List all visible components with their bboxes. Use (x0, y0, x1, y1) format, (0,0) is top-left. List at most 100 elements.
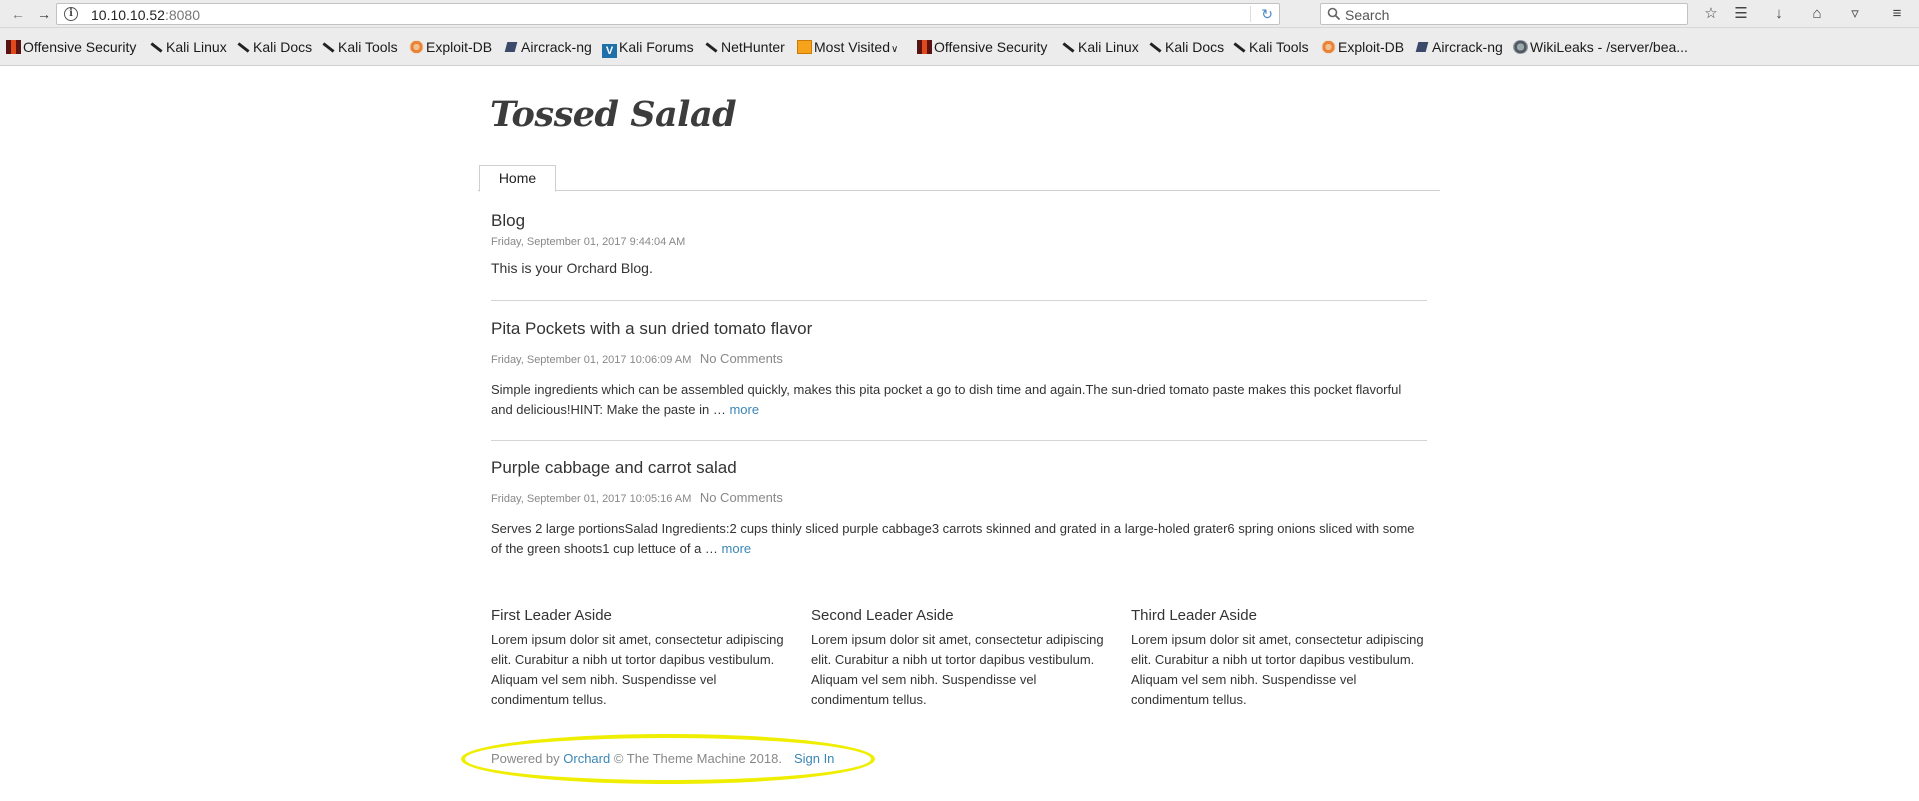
site-info-icon[interactable]: i (64, 7, 78, 21)
blog-date: Friday, September 01, 2017 9:44:04 AM (491, 236, 686, 248)
kali-dragon-icon (321, 40, 336, 54)
post-comments-link[interactable]: No Comments (700, 490, 783, 505)
bookmark-item[interactable]: Aircrack-ng (1415, 39, 1503, 56)
bookmark-item[interactable]: WikiLeaks - /server/bea... (1513, 39, 1688, 56)
bookmark-label: Kali Forums (619, 39, 694, 55)
nav-divider (478, 190, 1440, 191)
bookmark-label: Offensive Security (23, 39, 137, 55)
bookmark-label: Kali Linux (166, 39, 227, 55)
bookmark-item[interactable]: Offensive Security (6, 39, 136, 56)
search-box[interactable] (1320, 3, 1688, 25)
aircrack-icon (1415, 40, 1430, 54)
bookmark-label: Kali Docs (1165, 39, 1225, 55)
aside-title: Third Leader Aside (1131, 607, 1257, 624)
bookmark-item[interactable]: Offensive Security (917, 39, 1047, 56)
divider (491, 300, 1427, 301)
blog-post: Pita Pockets with a sun dried tomato fla… (491, 319, 1427, 420)
aside-title: First Leader Aside (491, 607, 612, 624)
kali-dragon-icon (1148, 40, 1163, 54)
post-date: Friday, September 01, 2017 10:06:09 AM (491, 354, 692, 366)
post-title[interactable]: Purple cabbage and carrot salad (491, 458, 1427, 478)
page-content: Tossed Salad Home Blog Friday, September… (0, 67, 1919, 801)
download-icon[interactable]: ↓ (1768, 4, 1790, 24)
menu-icon[interactable]: ≡ (1886, 4, 1908, 24)
kali-dragon-icon (236, 40, 251, 54)
bookmark-star-icon[interactable]: ☆ (1700, 4, 1722, 24)
post-excerpt-line: and delicious!HINT: Make the paste in … (491, 402, 730, 417)
bookmark-label: Most Visited (814, 39, 890, 55)
blog-title[interactable]: Blog (491, 211, 1427, 231)
bookmark-item[interactable]: Kali Docs (236, 39, 312, 56)
kali-dragon-icon (149, 40, 164, 54)
offsec-icon (6, 40, 21, 54)
aside-text: Lorem ipsum dolor sit amet, consectetur … (811, 632, 1104, 707)
highlight-annotation (461, 734, 875, 784)
chevron-down-icon: ∨ (891, 44, 899, 55)
url-bar[interactable]: i 10.10.10.52:8080 ↻ (56, 3, 1280, 25)
divider (491, 440, 1427, 441)
url-text[interactable]: 10.10.10.52:8080 (91, 7, 200, 23)
browser-toolbar: ← → i 10.10.10.52:8080 ↻ ☆ ☰ ↓ ⌂ ▿ ≡ (0, 0, 1919, 28)
back-arrow-icon[interactable]: ← (8, 4, 28, 24)
bookmark-item[interactable]: Kali Linux (149, 39, 227, 56)
kali-dragon-icon (1061, 40, 1076, 54)
read-more-link[interactable]: more (722, 541, 752, 556)
bookmark-label: Kali Linux (1078, 39, 1139, 55)
bookmark-item[interactable]: Exploit-DB (409, 39, 492, 56)
kali-dragon-icon (704, 40, 719, 54)
post-excerpt-line: Serves 2 large portionsSalad Ingredients… (491, 521, 1415, 536)
search-icon (1327, 7, 1341, 21)
post-excerpt-line: of the green shoots1 cup lettuce of a … (491, 541, 722, 556)
home-icon[interactable]: ⌂ (1806, 4, 1828, 24)
bookmark-item[interactable]: Kali Docs (1148, 39, 1224, 56)
exploit-db-icon (409, 40, 424, 54)
forward-arrow-icon[interactable]: → (34, 4, 54, 24)
read-more-link[interactable]: more (729, 402, 759, 417)
post-excerpt: Serves 2 large portionsSalad Ingredients… (491, 519, 1427, 559)
search-input[interactable] (1343, 5, 1677, 25)
kali-dragon-icon (1232, 40, 1247, 54)
bookmark-label: Kali Tools (1249, 39, 1309, 55)
blog-header: Blog Friday, September 01, 2017 9:44:04 … (491, 211, 1427, 278)
url-port: :8080 (164, 7, 201, 23)
aircrack-icon (504, 40, 519, 54)
blog-post: Purple cabbage and carrot salad Friday, … (491, 458, 1427, 559)
bookmark-item[interactable]: NetHunter (704, 39, 785, 56)
offsec-icon (917, 40, 932, 54)
bookmark-label: Kali Tools (338, 39, 398, 55)
leader-aside-third: Third Leader Aside Lorem ipsum dolor sit… (1131, 607, 1437, 710)
bookmark-label: NetHunter (721, 39, 785, 55)
post-comments-link[interactable]: No Comments (700, 351, 783, 366)
post-excerpt-line: Simple ingredients which can be assemble… (491, 382, 1402, 397)
leader-aside-first: First Leader Aside Lorem ipsum dolor sit… (491, 607, 797, 710)
exploit-db-icon (1321, 40, 1336, 54)
reading-list-icon[interactable]: ☰ (1730, 4, 1752, 24)
bookmark-label: Kali Docs (253, 39, 313, 55)
bookmark-item[interactable]: Exploit-DB (1321, 39, 1404, 56)
url-separator (1250, 6, 1251, 22)
site-title[interactable]: Tossed Salad (490, 94, 737, 135)
bookmark-label: Exploit-DB (426, 39, 493, 55)
bookmark-item[interactable]: V Kali Forums (602, 39, 694, 58)
tab-home[interactable]: Home (479, 165, 556, 192)
bookmark-label: WikiLeaks - /server/bea... (1530, 39, 1688, 55)
bookmark-item[interactable]: Aircrack-ng (504, 39, 592, 56)
bookmark-label: Offensive Security (934, 39, 1048, 55)
reload-icon[interactable]: ↻ (1261, 6, 1273, 23)
leader-aside-second: Second Leader Aside Lorem ipsum dolor si… (811, 607, 1117, 710)
aside-text: Lorem ipsum dolor sit amet, consectetur … (1131, 632, 1424, 707)
kali-forums-icon: V (602, 44, 617, 58)
bookmark-item[interactable]: Kali Linux (1061, 39, 1139, 56)
bookmark-item[interactable]: Kali Tools (321, 39, 398, 56)
aside-title: Second Leader Aside (811, 607, 954, 624)
bookmark-folder-most-visited[interactable]: Most Visited∨ (797, 39, 898, 56)
post-meta: Friday, September 01, 2017 10:05:16 AM N… (491, 489, 1427, 507)
bookmark-item[interactable]: Kali Tools (1232, 39, 1309, 56)
post-title[interactable]: Pita Pockets with a sun dried tomato fla… (491, 319, 1427, 339)
pocket-icon[interactable]: ▿ (1844, 4, 1866, 24)
bookmarks-toolbar: Offensive Security Kali Linux Kali Docs … (0, 28, 1919, 66)
folder-icon (797, 40, 812, 54)
globe-icon (1513, 40, 1528, 54)
bookmark-label: Exploit-DB (1338, 39, 1405, 55)
blog-intro: This is your Orchard Blog. (491, 260, 653, 276)
